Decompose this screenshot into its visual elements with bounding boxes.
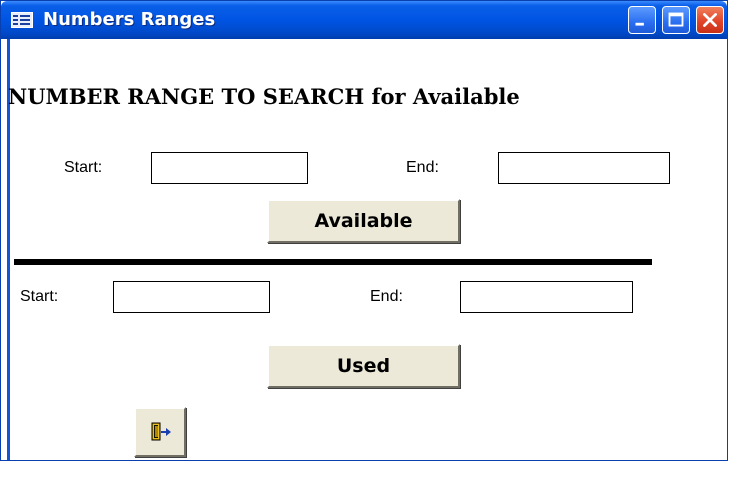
available-end-field[interactable] [498, 152, 670, 184]
title-bar[interactable]: Numbers Ranges [1, 1, 727, 39]
maximize-icon [668, 12, 684, 27]
minimize-button[interactable] [628, 6, 656, 34]
form-heading: NUMBER RANGE TO SEARCH for Available [8, 84, 520, 109]
close-icon [703, 13, 717, 27]
used-button[interactable]: Used [267, 344, 460, 388]
exit-door-icon [151, 422, 171, 441]
section-divider [14, 259, 652, 265]
used-end-label: End: [370, 288, 403, 305]
maximize-button[interactable] [662, 6, 690, 34]
available-end-label: End: [406, 159, 439, 176]
available-start-field[interactable] [151, 152, 308, 184]
used-start-label: Start: [20, 288, 59, 305]
exit-button[interactable] [134, 407, 186, 457]
available-button[interactable]: Available [267, 199, 460, 243]
used-end-field[interactable] [460, 281, 633, 313]
minimize-icon [635, 22, 644, 26]
available-start-label: Start: [64, 159, 103, 176]
window-title: Numbers Ranges [43, 9, 216, 30]
close-button[interactable] [696, 6, 724, 34]
used-start-field[interactable] [113, 281, 270, 313]
form-icon [11, 12, 33, 28]
